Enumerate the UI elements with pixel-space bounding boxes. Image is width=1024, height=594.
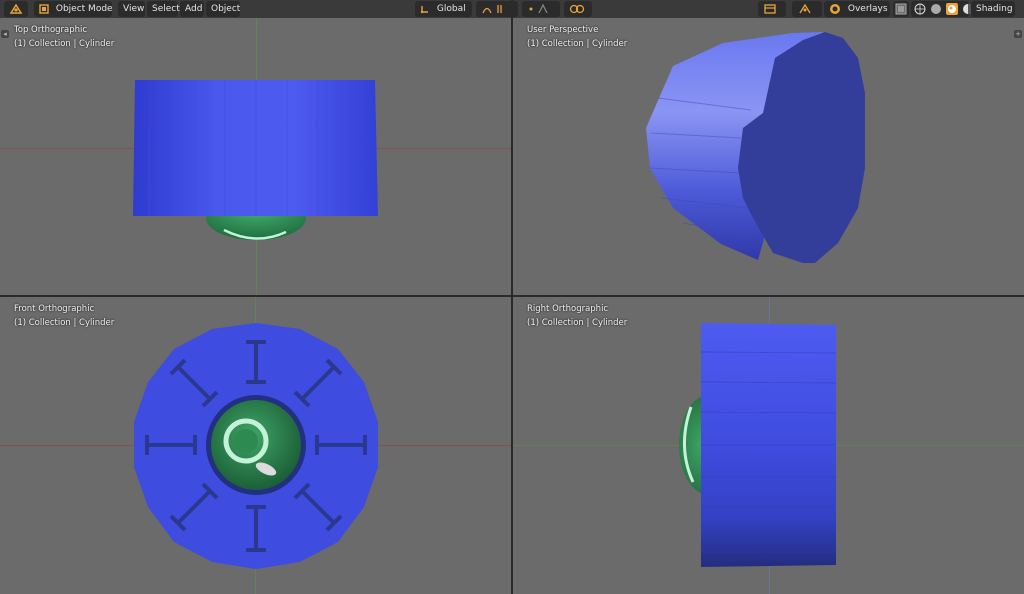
proportional-icon <box>527 3 553 15</box>
orientation-dropdown[interactable]: Global <box>415 1 472 17</box>
menu-view[interactable]: View <box>118 1 145 17</box>
perspective-scene <box>646 32 865 263</box>
viewport-right-orthographic[interactable]: Right Orthographic (1) Collection | Cyli… <box>513 297 1024 594</box>
front-view-scene <box>134 323 378 569</box>
overlays-dropdown[interactable]: Overlays <box>824 1 890 17</box>
snap-toggle[interactable] <box>564 1 592 17</box>
shading-dropdown[interactable]: Shading <box>971 1 1015 17</box>
viewport-user-perspective[interactable]: User Perspective (1) Collection | Cylind… <box>513 18 1024 295</box>
menu-select[interactable]: Select <box>147 1 180 17</box>
menu-add[interactable]: Add <box>180 1 204 17</box>
shading-modes <box>911 1 973 17</box>
editor-type-icon <box>9 2 23 16</box>
xray-toggle[interactable] <box>893 1 909 17</box>
gizmo-button[interactable] <box>792 1 822 17</box>
add-region-icon[interactable]: + <box>1014 30 1022 38</box>
right-view-scene <box>679 323 837 567</box>
object-mode-icon <box>39 3 49 14</box>
editor-type-button[interactable] <box>4 1 28 17</box>
orientation-label: Global <box>436 4 466 14</box>
orientation-icon <box>420 4 430 14</box>
solid-icon[interactable] <box>930 3 942 15</box>
xray-icon <box>895 3 907 15</box>
pivot-dropdown[interactable] <box>476 1 518 17</box>
collapse-left-arrow[interactable]: ◂ <box>1 30 9 38</box>
material-icon[interactable] <box>945 2 958 15</box>
viewport-header: Object Mode View Select Add Object Globa… <box>0 0 1024 18</box>
magnet-icon <box>569 3 585 15</box>
menu-object[interactable]: Object <box>206 1 240 17</box>
wireframe-icon[interactable] <box>914 3 926 15</box>
mode-label: Object Mode <box>55 4 113 14</box>
overlays-label: Overlays <box>847 4 888 14</box>
visibility-button[interactable] <box>758 1 786 17</box>
area-divider-vertical[interactable] <box>511 0 513 594</box>
viewport-top-orthographic[interactable]: Top Orthographic (1) Collection | Cylind… <box>0 18 511 295</box>
top-view-scene <box>133 79 378 240</box>
area-divider-horizontal[interactable] <box>0 295 1024 297</box>
viewport-front-orthographic[interactable]: Front Orthographic (1) Collection | Cyli… <box>0 297 511 594</box>
overlays-icon <box>829 3 841 15</box>
proportional-toggle[interactable] <box>522 1 560 17</box>
pivot-icon <box>481 3 509 15</box>
mode-dropdown[interactable]: Object Mode <box>34 1 113 17</box>
gizmo-icon <box>797 3 813 15</box>
visibility-icon <box>763 3 777 15</box>
